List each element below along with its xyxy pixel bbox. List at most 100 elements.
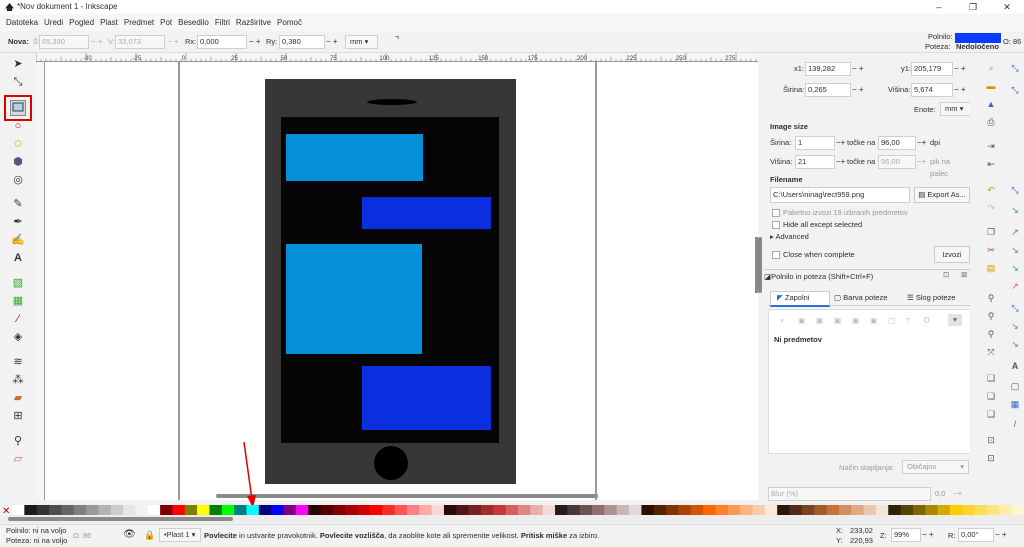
palette-scrollbar[interactable] bbox=[0, 515, 1024, 523]
palette-swatch[interactable] bbox=[690, 505, 704, 515]
text-tool-icon[interactable]: A bbox=[10, 250, 26, 266]
palette-swatch[interactable] bbox=[764, 505, 778, 515]
palette-swatch[interactable] bbox=[86, 505, 99, 515]
palette-swatch[interactable] bbox=[888, 505, 902, 515]
snap-nodes-icon[interactable]: ⤡ bbox=[1008, 183, 1022, 197]
dpi-stepper[interactable]: −+ bbox=[917, 137, 926, 149]
palette-swatch[interactable] bbox=[369, 505, 383, 515]
palette-swatch[interactable] bbox=[999, 505, 1013, 515]
palette-scrollbar-thumb[interactable] bbox=[8, 517, 233, 521]
menu-predmet[interactable]: Predmet bbox=[121, 18, 157, 27]
tab-fill[interactable]: ◤ Zapolni bbox=[770, 291, 830, 307]
toggle-lock-icon[interactable]: 🔒 bbox=[144, 529, 155, 541]
spray-tool-icon[interactable]: ⁂ bbox=[10, 372, 26, 388]
snap-rotation-icon[interactable]: ↘ bbox=[1008, 319, 1022, 333]
palette-swatch[interactable] bbox=[863, 505, 877, 515]
palette-swatch[interactable] bbox=[357, 505, 371, 515]
palette-swatch[interactable] bbox=[209, 505, 223, 515]
palette-swatch[interactable] bbox=[653, 505, 667, 515]
snap-guide-icon[interactable]: / bbox=[1008, 417, 1022, 431]
palette-swatch[interactable] bbox=[629, 505, 642, 515]
radial-gradient-icon[interactable]: ▣ bbox=[834, 315, 841, 327]
cut-icon[interactable]: ✂ bbox=[984, 243, 998, 257]
palette-swatch[interactable] bbox=[641, 505, 655, 515]
palette-swatch[interactable] bbox=[777, 505, 791, 515]
palette-swatch[interactable] bbox=[962, 505, 976, 515]
toggle-visibility-icon[interactable]: 👁 bbox=[123, 529, 136, 541]
zoom-tool-icon[interactable]: ⚲ bbox=[10, 433, 26, 449]
palette-swatch[interactable] bbox=[468, 505, 482, 515]
palette-swatch[interactable] bbox=[98, 505, 112, 515]
palette-swatch[interactable] bbox=[123, 505, 136, 515]
palette-swatch[interactable] bbox=[579, 505, 593, 515]
palette-swatch[interactable] bbox=[73, 505, 87, 515]
palette-swatch[interactable] bbox=[172, 505, 186, 515]
palette-swatch[interactable] bbox=[184, 505, 198, 515]
palette-swatch[interactable] bbox=[604, 505, 618, 515]
export-icon[interactable]: ⇤ bbox=[984, 157, 998, 171]
rx-stepper[interactable]: − + bbox=[249, 36, 261, 48]
palette-swatch[interactable] bbox=[678, 505, 692, 515]
zoom-page-icon[interactable]: ⚲ bbox=[984, 327, 998, 341]
no-paint-icon[interactable]: × bbox=[780, 315, 784, 327]
palette-swatch[interactable] bbox=[937, 505, 951, 515]
palette-swatch[interactable] bbox=[295, 505, 309, 515]
width-field[interactable]: 65,390 bbox=[39, 35, 89, 49]
palette-swatch[interactable] bbox=[900, 505, 914, 515]
menu-uredi[interactable]: Uredi bbox=[41, 18, 66, 27]
eraser-tool-icon[interactable]: ▰ bbox=[10, 390, 26, 406]
img-height-stepper[interactable]: −+ bbox=[836, 156, 845, 168]
zoom-selection-icon[interactable]: ⚲ bbox=[984, 291, 998, 305]
snap-grid-icon[interactable]: ▦ bbox=[1008, 397, 1022, 411]
img-width-stepper[interactable]: −+ bbox=[836, 137, 845, 149]
palette-swatch[interactable] bbox=[703, 505, 716, 515]
palette-swatch[interactable] bbox=[505, 505, 519, 515]
snap-path-icon[interactable]: ↘ bbox=[1008, 203, 1022, 217]
close-when-checkbox[interactable] bbox=[772, 251, 780, 259]
panel-options-icon[interactable]: ⊡ bbox=[943, 269, 949, 281]
no-paint-swatch-icon[interactable]: ✕ bbox=[2, 506, 10, 517]
palette-swatch[interactable] bbox=[234, 505, 247, 515]
close-button[interactable]: ✕ bbox=[992, 0, 1022, 14]
palette-swatch[interactable] bbox=[61, 505, 75, 515]
blend-mode-dropdown[interactable]: Običajno ▾ bbox=[902, 460, 969, 474]
snap-baseline-icon[interactable]: A bbox=[1008, 359, 1022, 373]
palette-swatch[interactable] bbox=[974, 505, 988, 515]
zoom-drawing-icon[interactable]: ⚲ bbox=[984, 309, 998, 323]
palette-swatch[interactable] bbox=[530, 505, 544, 515]
snap-page-icon[interactable]: ▢ bbox=[1008, 379, 1022, 393]
swatch-icon[interactable]: ▢ bbox=[888, 315, 895, 327]
units-dropdown[interactable]: mm ▾ bbox=[940, 102, 971, 116]
width-field-export[interactable]: 0,265 bbox=[805, 83, 851, 97]
snap-center-icon[interactable]: ↗ bbox=[1008, 279, 1022, 293]
export-button[interactable]: Izvozi bbox=[934, 246, 970, 263]
node-tool-icon[interactable]: ⤡ bbox=[10, 74, 26, 90]
light-blue-block-2[interactable] bbox=[286, 244, 422, 354]
import-icon[interactable]: ⇥ bbox=[984, 139, 998, 153]
palette-swatch[interactable] bbox=[949, 505, 963, 515]
img-width-field[interactable]: 1 bbox=[795, 136, 835, 150]
duplicate-icon[interactable]: ❏ bbox=[984, 371, 998, 385]
palette-swatch[interactable] bbox=[592, 505, 605, 515]
menu-pogled[interactable]: Pogled bbox=[66, 18, 97, 27]
menu-datoteka[interactable]: Datoteka bbox=[0, 18, 41, 27]
ungroup-icon[interactable]: ⊡ bbox=[984, 451, 998, 465]
hide-checkbox[interactable] bbox=[772, 221, 780, 229]
palette-swatch[interactable] bbox=[271, 505, 285, 515]
snap-intersection-icon[interactable]: ↗ bbox=[1008, 225, 1022, 239]
palette-swatch[interactable] bbox=[567, 505, 581, 515]
paste-icon[interactable]: ▤ bbox=[984, 261, 998, 275]
height-stepper-export[interactable]: − + bbox=[954, 84, 966, 96]
palette-swatch[interactable] bbox=[110, 505, 124, 515]
palette-swatch[interactable] bbox=[826, 505, 840, 515]
blur-field[interactable]: Blur (%) bbox=[768, 487, 931, 501]
palette-swatch[interactable] bbox=[789, 505, 803, 515]
palette-swatch[interactable] bbox=[555, 505, 568, 515]
pen-tool-icon[interactable]: ✒ bbox=[10, 214, 26, 230]
palette-swatch[interactable] bbox=[616, 505, 630, 515]
canvas-scrollbar-horizontal[interactable] bbox=[216, 494, 598, 498]
unlink-clone-icon[interactable]: ❏ bbox=[984, 407, 998, 421]
advanced-expander[interactable]: ▸ Advanced bbox=[770, 231, 809, 243]
palette-swatch[interactable] bbox=[1011, 505, 1024, 515]
maximize-button[interactable]: ❐ bbox=[958, 0, 988, 14]
